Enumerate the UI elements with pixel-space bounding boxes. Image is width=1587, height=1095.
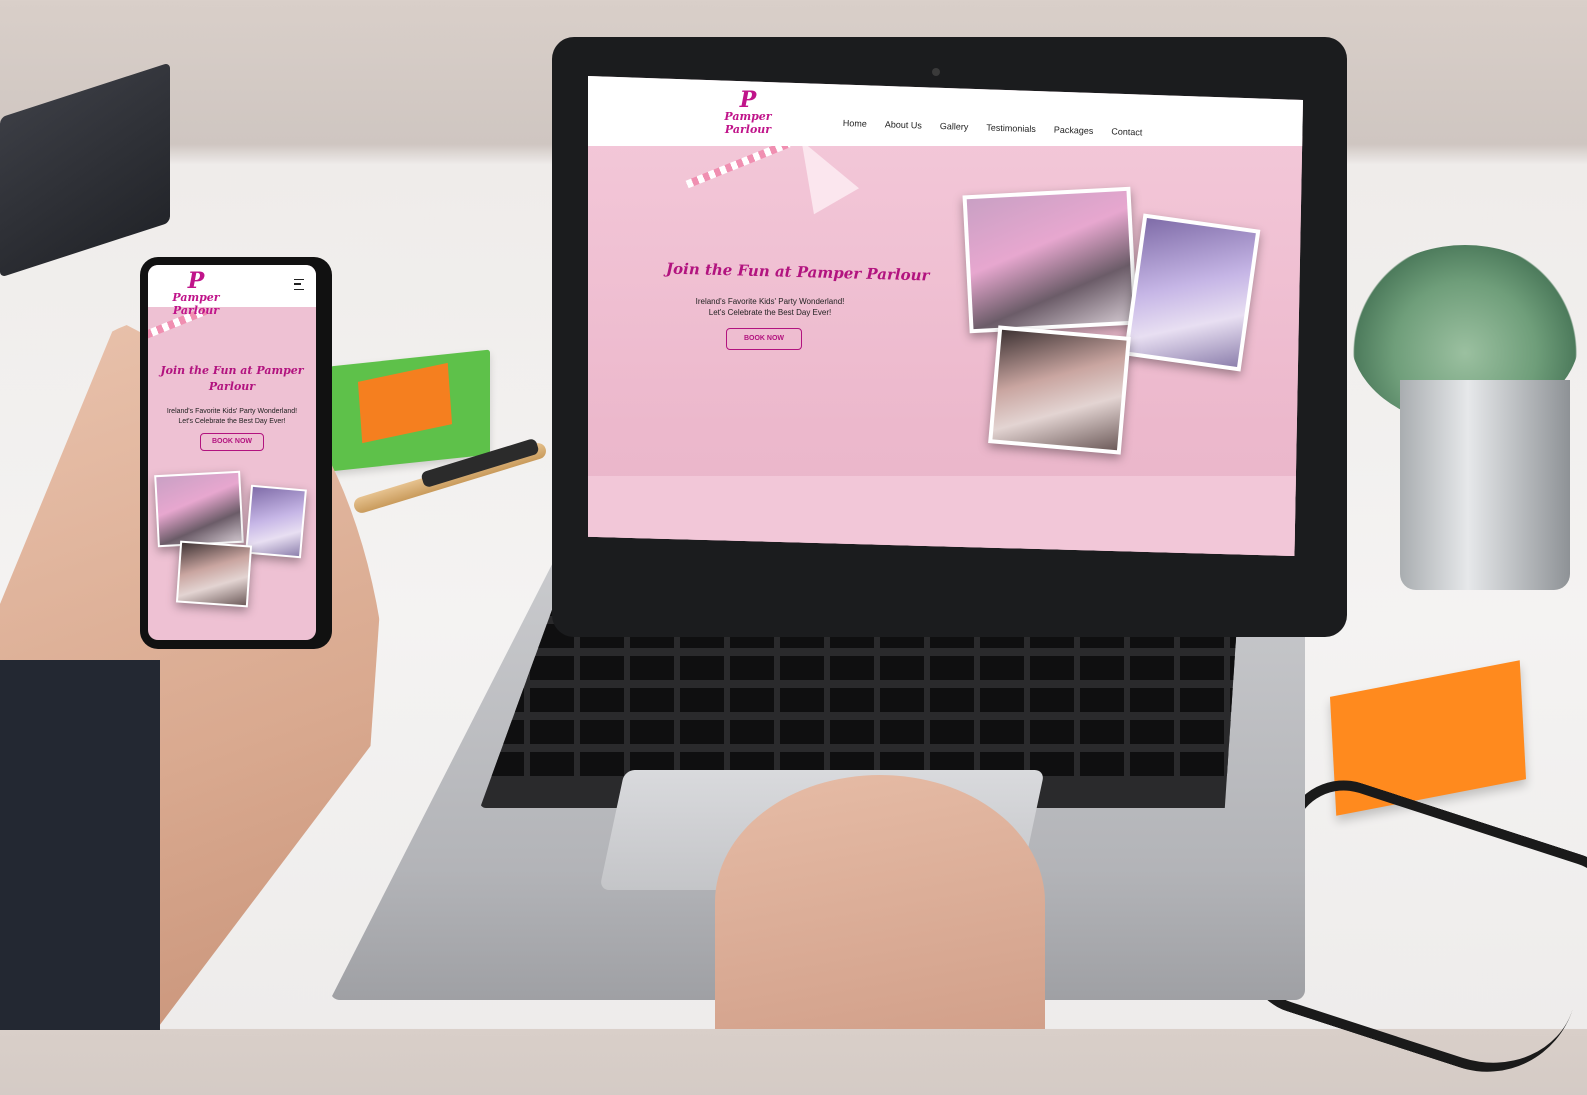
metal-plant-pot xyxy=(1400,380,1570,590)
laptop-screen-website: P Pamper Parlour Home About Us Gallery T… xyxy=(588,76,1303,556)
logo-text: Pamper Parlour xyxy=(172,291,220,317)
mobile-gallery-photo-kids xyxy=(154,470,244,548)
mobile-gallery-photo-nails xyxy=(175,540,253,608)
mobile-hero-title: Join the Fun at Pamper Parlour xyxy=(160,364,304,393)
hero-subtitle: Ireland's Favorite Kids' Party Wonderlan… xyxy=(685,296,855,318)
site-logo[interactable]: P Pamper Parlour xyxy=(708,87,788,136)
logo-text: Pamper Parlour xyxy=(724,110,772,136)
mobile-hero-subtitle-line2: Let's Celebrate the Best Day Ever! xyxy=(178,418,286,425)
hamburger-menu-icon[interactable] xyxy=(294,279,304,290)
mobile-book-now-button[interactable]: BOOK NOW xyxy=(200,433,264,451)
hero-subtitle-line2: Let's Celebrate the Best Day Ever! xyxy=(708,308,832,317)
webcam-icon xyxy=(932,68,940,76)
main-nav: Home About Us Gallery Testimonials Packa… xyxy=(843,118,1143,137)
mobile-site-logo[interactable]: P Pamper Parlour xyxy=(156,268,236,317)
mobile-gallery-photo-girl xyxy=(245,484,307,559)
book-now-button[interactable]: BOOK NOW xyxy=(726,328,802,350)
logo-mark: P xyxy=(739,87,757,113)
gallery-photo-kids xyxy=(962,186,1138,334)
nav-testimonials[interactable]: Testimonials xyxy=(986,123,1036,135)
sleeve xyxy=(0,660,160,1030)
notebook xyxy=(0,62,170,278)
nav-packages[interactable]: Packages xyxy=(1054,125,1094,136)
nav-about-us[interactable]: About Us xyxy=(885,119,922,130)
mobile-hero-subtitle-line1: Ireland's Favorite Kids' Party Wonderlan… xyxy=(166,408,298,415)
mobile-site-header: P Pamper Parlour xyxy=(148,265,316,317)
logo-mark: P xyxy=(187,268,205,294)
phone-screen-website: P Pamper Parlour Join the Fun at Pamper … xyxy=(148,265,316,640)
gallery-photo-nails xyxy=(988,325,1131,455)
gallery-photo-girl xyxy=(1123,213,1261,372)
nav-home[interactable]: Home xyxy=(843,118,867,129)
mobile-hero-subtitle: Ireland's Favorite Kids' Party Wonderlan… xyxy=(156,407,308,427)
hero-subtitle-line1: Ireland's Favorite Kids' Party Wonderlan… xyxy=(695,297,845,306)
nav-gallery[interactable]: Gallery xyxy=(940,121,969,132)
right-hand xyxy=(715,775,1045,1029)
nav-contact[interactable]: Contact xyxy=(1111,126,1142,137)
